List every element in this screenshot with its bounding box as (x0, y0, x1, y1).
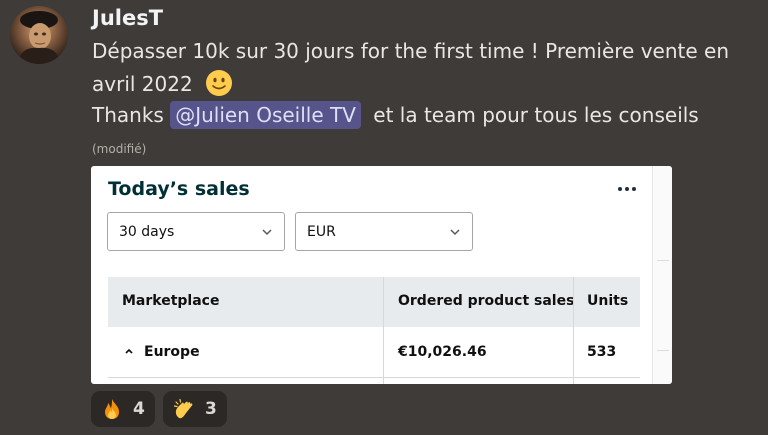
chevron-up-icon[interactable] (124, 346, 134, 356)
edited-label: (modifié) (92, 142, 147, 156)
avatar-portrait-image (18, 11, 60, 64)
reaction-clapping-hands[interactable]: 3 (163, 391, 227, 427)
table-row[interactable]: Europe €10,026.46 533 (108, 327, 640, 378)
more-options-icon[interactable] (618, 186, 636, 192)
column-header-units: Units (587, 293, 629, 309)
slightly-smiling-face-icon (206, 70, 233, 96)
marketplace-cell: Europe (124, 344, 200, 360)
scroll-strip (652, 166, 672, 384)
card-title: Today’s sales (108, 178, 250, 200)
reaction-count: 3 (205, 399, 217, 419)
fire-icon (105, 399, 119, 419)
column-header-sales: Ordered product sales (398, 293, 575, 309)
message-line-2: avril 2022 (92, 68, 752, 101)
column-divider (383, 277, 384, 384)
period-select-value: 30 days (119, 224, 175, 240)
chevron-down-icon (450, 229, 460, 236)
chevron-down-icon (262, 229, 272, 236)
reaction-count: 4 (133, 399, 145, 419)
reaction-fire[interactable]: 4 (91, 391, 155, 427)
currency-select[interactable]: EUR (295, 212, 473, 251)
message-text: Thanks (92, 103, 164, 127)
sales-screenshot-image[interactable]: Today’s sales 30 days EUR Marketplace Or… (91, 166, 672, 384)
sales-table: Marketplace Ordered product sales Units … (108, 277, 640, 384)
username[interactable]: JulesT (92, 6, 163, 30)
column-divider (573, 277, 574, 384)
message-text: Dépasser 10k sur 30 jours for the first … (92, 39, 730, 63)
clapping-hands-icon (173, 398, 193, 419)
column-header-marketplace: Marketplace (122, 293, 220, 309)
message-text: avril 2022 (92, 72, 193, 96)
table-row (108, 378, 640, 384)
marketplace-name: Europe (144, 344, 200, 360)
period-select[interactable]: 30 days (107, 212, 285, 251)
currency-select-value: EUR (307, 224, 336, 240)
sales-cell: €10,026.46 (398, 344, 487, 360)
table-header: Marketplace Ordered product sales Units (108, 277, 640, 328)
message-text: et la team pour tous les conseils (373, 103, 699, 127)
avatar[interactable] (10, 6, 68, 64)
units-cell: 533 (587, 344, 617, 360)
user-mention[interactable]: @Julien Oseille TV (170, 101, 361, 129)
message-line-3: Thanks @Julien Oseille TV et la team pou… (92, 99, 752, 132)
message-line-1: Dépasser 10k sur 30 jours for the first … (92, 35, 752, 68)
